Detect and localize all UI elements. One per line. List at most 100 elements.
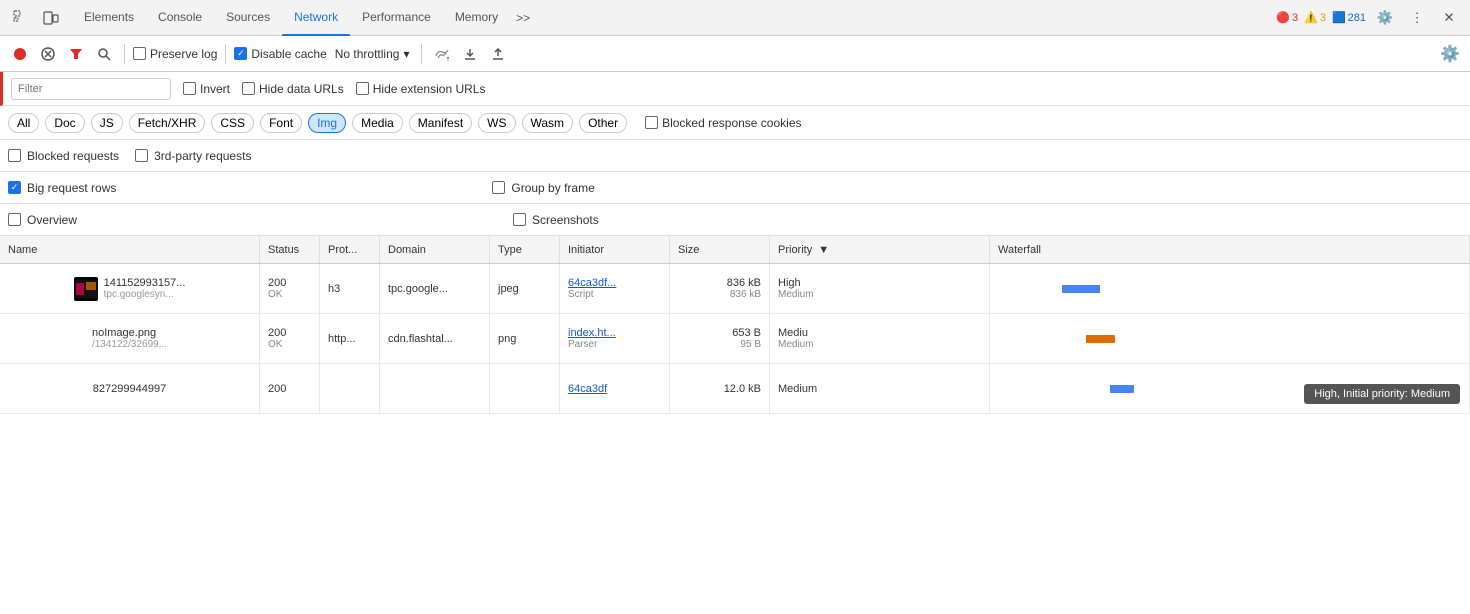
settings-button[interactable]: ⚙️: [1372, 5, 1398, 31]
screenshots-toggle[interactable]: Screenshots: [513, 213, 599, 227]
disable-cache-toggle[interactable]: ✓ Disable cache: [234, 47, 326, 61]
table-row[interactable]: 827299944997 200 64ca3df 12.0 kB Medium: [0, 364, 1470, 414]
col-protocol[interactable]: Prot...: [320, 236, 380, 263]
col-domain[interactable]: Domain: [380, 236, 490, 263]
close-devtools-button[interactable]: ✕: [1436, 5, 1462, 31]
col-waterfall[interactable]: Waterfall: [990, 236, 1470, 263]
cell-priority-2: Medium: [770, 364, 990, 413]
divider-3: [421, 44, 422, 64]
cell-domain-1: cdn.flashtal...: [380, 314, 490, 363]
table-row[interactable]: noImage.png /134122/32699... 200 OK http…: [0, 314, 1470, 364]
tab-sources[interactable]: Sources: [214, 0, 282, 36]
group-by-frame-toggle[interactable]: Group by frame: [492, 181, 594, 195]
cell-status-2: 200: [260, 364, 320, 413]
cell-type-0: jpeg: [490, 264, 560, 313]
blocked-cookies-option[interactable]: Blocked response cookies: [645, 116, 801, 130]
tab-performance[interactable]: Performance: [350, 0, 443, 36]
cell-priority-0: High Medium: [770, 264, 990, 313]
type-btn-all[interactable]: All: [8, 113, 39, 133]
filter-button[interactable]: [64, 42, 88, 66]
filter-input[interactable]: [11, 78, 171, 100]
hide-data-urls-checkbox[interactable]: [242, 82, 255, 95]
tab-elements[interactable]: Elements: [72, 0, 146, 36]
error-icon: 🔴: [1276, 11, 1290, 24]
col-priority[interactable]: Priority ▼: [770, 236, 990, 263]
search-button[interactable]: [92, 42, 116, 66]
invert-toggle[interactable]: Invert: [183, 82, 230, 96]
tab-network[interactable]: Network: [282, 0, 350, 36]
tab-right-area: 🔴 3 ⚠️ 3 🟦 281 ⚙️ ⋮ ✕: [1276, 5, 1462, 31]
clear-button[interactable]: [36, 42, 60, 66]
import-har-button[interactable]: [486, 42, 510, 66]
tab-bar: Elements Console Sources Network Perform…: [0, 0, 1470, 36]
more-options-button[interactable]: ⋮: [1404, 5, 1430, 31]
cell-protocol-1: http...: [320, 314, 380, 363]
settings-row-1: Blocked requests 3rd-party requests: [0, 140, 1470, 172]
export-har-button[interactable]: [458, 42, 482, 66]
inspect-element-button[interactable]: [8, 5, 34, 31]
cell-name-2: 827299944997: [0, 364, 260, 413]
hide-ext-urls-checkbox[interactable]: [356, 82, 369, 95]
priority-tooltip: High, Initial priority: Medium: [1304, 384, 1460, 404]
cell-name-1: noImage.png /134122/32699...: [0, 314, 260, 363]
type-btn-js[interactable]: JS: [91, 113, 123, 133]
big-request-rows-toggle[interactable]: ✓ Big request rows: [8, 181, 116, 195]
col-status[interactable]: Status: [260, 236, 320, 263]
cell-domain-0: tpc.google...: [380, 264, 490, 313]
cell-waterfall-1: [990, 314, 1470, 363]
waterfall-bar-0: [1062, 285, 1100, 293]
type-btn-font[interactable]: Font: [260, 113, 302, 133]
network-conditions-button[interactable]: [430, 42, 454, 66]
hide-ext-urls-toggle[interactable]: Hide extension URLs: [356, 82, 486, 96]
cell-initiator-0: 64ca3df... Script: [560, 264, 670, 313]
type-btn-other[interactable]: Other: [579, 113, 627, 133]
blocked-requests-toggle[interactable]: Blocked requests: [8, 149, 119, 163]
invert-checkbox[interactable]: [183, 82, 196, 95]
type-btn-manifest[interactable]: Manifest: [409, 113, 472, 133]
disable-cache-checkbox[interactable]: ✓: [234, 47, 247, 60]
preserve-log-checkbox[interactable]: [133, 47, 146, 60]
table-row[interactable]: 141152993157... tpc.googlesyn... 200 OK …: [0, 264, 1470, 314]
type-btn-fetch[interactable]: Fetch/XHR: [129, 113, 206, 133]
cell-status-1: 200 OK: [260, 314, 320, 363]
waterfall-bar-1: [1086, 335, 1115, 343]
waterfall-bar-2: [1110, 385, 1134, 393]
big-request-rows-checkbox[interactable]: ✓: [8, 181, 21, 194]
throttle-select[interactable]: No throttling ▾: [331, 45, 414, 63]
table-container: 141152993157... tpc.googlesyn... 200 OK …: [0, 264, 1470, 414]
blocked-cookies-checkbox[interactable]: [645, 116, 658, 129]
overview-checkbox[interactable]: [8, 213, 21, 226]
third-party-checkbox[interactable]: [135, 149, 148, 162]
type-btn-wasm[interactable]: Wasm: [522, 113, 574, 133]
type-btn-img[interactable]: Img: [308, 113, 346, 133]
network-settings-button[interactable]: ⚙️: [1438, 42, 1462, 66]
preserve-log-toggle[interactable]: Preserve log: [133, 47, 217, 61]
tab-console[interactable]: Console: [146, 0, 214, 36]
type-btn-css[interactable]: CSS: [211, 113, 254, 133]
col-initiator[interactable]: Initiator: [560, 236, 670, 263]
col-size[interactable]: Size: [670, 236, 770, 263]
name-text-1: noImage.png /134122/32699...: [92, 327, 167, 350]
col-type[interactable]: Type: [490, 236, 560, 263]
more-tabs-button[interactable]: >>: [510, 0, 536, 36]
tab-memory[interactable]: Memory: [443, 0, 510, 36]
blocked-requests-checkbox[interactable]: [8, 149, 21, 162]
type-btn-ws[interactable]: WS: [478, 113, 515, 133]
type-btn-media[interactable]: Media: [352, 113, 403, 133]
cell-initiator-2: 64ca3df: [560, 364, 670, 413]
third-party-requests-toggle[interactable]: 3rd-party requests: [135, 149, 251, 163]
group-by-frame-checkbox[interactable]: [492, 181, 505, 194]
device-toggle-button[interactable]: [38, 5, 64, 31]
hide-data-urls-toggle[interactable]: Hide data URLs: [242, 82, 344, 96]
col-name[interactable]: Name: [0, 236, 260, 263]
info-badge: 🟦 281: [1332, 11, 1366, 24]
cell-size-2: 12.0 kB: [670, 364, 770, 413]
screenshots-checkbox[interactable]: [513, 213, 526, 226]
cell-priority-1: Mediu Medium: [770, 314, 990, 363]
type-btn-doc[interactable]: Doc: [45, 113, 84, 133]
cell-type-2: [490, 364, 560, 413]
overview-toggle[interactable]: Overview: [8, 213, 77, 227]
cell-size-0: 836 kB 836 kB: [670, 264, 770, 313]
record-button[interactable]: [8, 42, 32, 66]
cell-protocol-0: h3: [320, 264, 380, 313]
